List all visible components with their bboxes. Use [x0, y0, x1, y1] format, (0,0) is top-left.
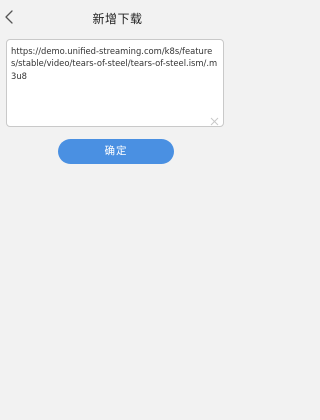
- header-bar: 新增下载: [0, 0, 235, 36]
- close-icon: [210, 117, 219, 126]
- clear-button[interactable]: [210, 111, 219, 126]
- confirm-button[interactable]: 确定: [58, 139, 174, 164]
- url-input-value[interactable]: https://demo.unified-streaming.com/k8s/f…: [11, 45, 219, 82]
- page-title: 新增下载: [92, 12, 143, 26]
- url-input[interactable]: https://demo.unified-streaming.com/k8s/f…: [6, 39, 224, 127]
